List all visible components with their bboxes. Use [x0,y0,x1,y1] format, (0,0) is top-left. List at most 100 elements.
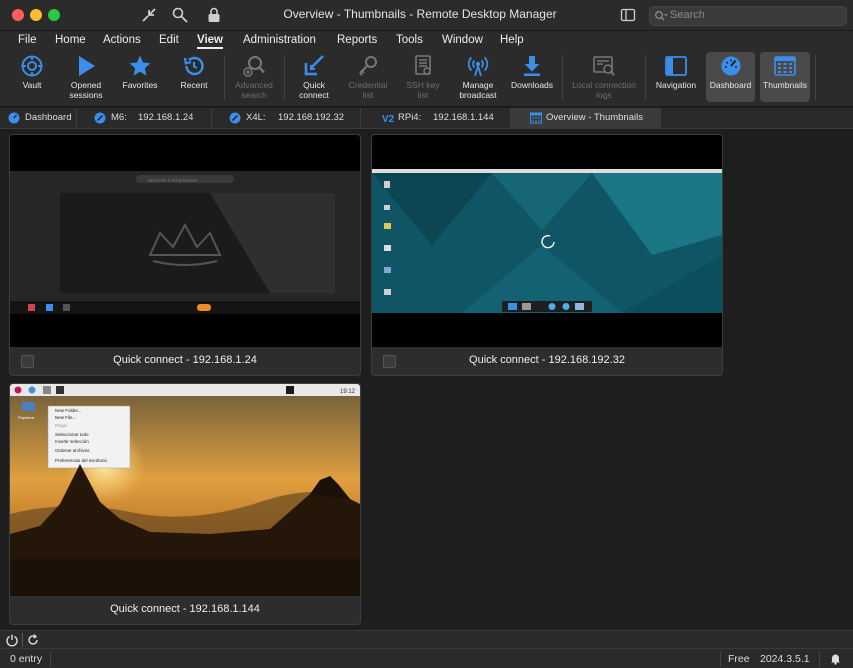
menu-help[interactable]: Help [500,34,524,46]
broadcast-icon [467,56,489,77]
local-connection-logs-button[interactable]: Local connection logs [567,52,641,102]
local-connection-logs-label-2: logs [596,90,612,100]
menu-actions[interactable]: Actions [103,34,141,46]
session-icon [94,112,106,124]
minimize-window-button[interactable] [30,9,42,21]
search-key-icon[interactable] [171,6,189,24]
version-label: 2024.3.5.1 [760,653,810,665]
ribbon-separator [224,55,225,100]
quick-connect-label-1: Quick [303,80,325,90]
remote-screen-x4l[interactable] [372,135,722,347]
thumbnail-caption: Quick connect - 192.168.1.24 [113,354,257,366]
ribbon-separator [645,55,646,100]
svg-text:V2: V2 [382,114,394,124]
opened-sessions-label-1: Opened [70,80,102,90]
tab-x4l[interactable]: X4L: 192.168.192.32 [211,108,361,128]
menu-invert-selection: Invertir selección [55,439,89,444]
manage-broadcast-label-1: Manage [462,80,494,90]
advanced-search-label-2: search [241,90,267,100]
thumb3-desktop-icon: Papelera [18,415,35,420]
tab-m6-label: M6: [111,112,127,123]
vault-label: Vault [22,80,42,90]
sidebar-toggle-icon[interactable] [620,7,636,23]
download-icon [524,56,540,76]
notification-bell-icon[interactable] [829,652,842,665]
downloads-button[interactable]: Downloads [508,52,556,102]
dashboard-gauge-icon [721,56,740,76]
logs-icon [593,56,615,76]
menu-window[interactable]: Window [442,34,483,46]
menu-reports[interactable]: Reports [337,34,377,46]
ssh-key-list-icon [415,55,431,75]
thumb1-search-text: Search for a Thing Services [148,178,197,183]
menu-administration[interactable]: Administration [243,34,316,46]
tab-rpi4-host: 192.168.1.144 [433,112,494,123]
navigation-icon [665,56,687,76]
menu-new-folder: New Folder... [55,408,82,413]
opened-sessions-button[interactable]: Opened sessions [62,52,110,102]
lock-icon[interactable] [205,6,223,24]
ssh-key-list-button[interactable]: SSH key list [400,52,446,102]
recent-label: Recent [180,80,208,90]
menu-home[interactable]: Home [55,34,86,46]
ssh-key-list-label-1: SSH key [406,80,440,90]
close-window-button[interactable] [12,9,24,21]
quick-connect-button[interactable]: Quick connect [292,52,336,102]
menu-bar: File Home Actions Edit View Administrati… [0,31,853,50]
remote-screen-m6[interactable]: Search for a Thing Services [10,135,360,347]
power-icon[interactable] [5,633,19,647]
favorites-button[interactable]: Favorites [118,52,162,102]
menu-file[interactable]: File [18,34,37,46]
thumbnails-button[interactable]: Thumbnails [760,52,810,102]
credential-list-label-2: list [362,90,374,100]
credential-list-button[interactable]: Credential list [344,52,392,102]
manage-broadcast-label-2: broadcast [459,90,497,100]
thumbnail-card-x4l[interactable]: Quick connect - 192.168.192.32 [371,134,723,376]
status-divider [50,651,51,666]
macos-desktop-preview: Search for a Thing Services [10,171,360,314]
navigation-label: Navigation [655,80,697,90]
thumbnail-card-rpi4[interactable]: 19:12 Papelera New Folder... New File...… [9,383,361,625]
tab-x4l-label: X4L: [246,112,266,123]
tab-rpi4-label: RPi4: [398,112,422,123]
vault-icon [21,55,43,77]
thumbnail-caption: Quick connect - 192.168.192.32 [469,354,625,366]
downloads-label: Downloads [510,80,554,90]
debian-desktop-preview [372,169,722,313]
tab-dashboard-label: Dashboard [25,112,72,123]
ribbon-separator [284,55,285,100]
thumbnails-grid-icon [530,112,542,124]
search-input[interactable]: Search [649,6,847,26]
tab-rpi4[interactable]: V2 RPi4: 192.168.1.144 [360,108,511,128]
menu-tools[interactable]: Tools [396,34,423,46]
tab-dashboard[interactable]: Dashboard [0,108,77,128]
advanced-search-button[interactable]: Advanced search [230,52,278,102]
recent-button[interactable]: Recent [172,52,216,102]
maximize-window-button[interactable] [48,9,60,21]
status-bar: 0 entry Free 2024.3.5.1 [0,648,853,668]
collapse-arrows-icon[interactable] [140,6,158,24]
title-bar: Overview - Thumbnails - Remote Desktop M… [0,0,853,31]
dashboard-button[interactable]: Dashboard [706,52,755,102]
remote-screen-rpi4[interactable]: 19:12 Papelera New Folder... New File...… [10,384,360,596]
search-placeholder: Search [670,9,705,21]
ribbon-separator [815,55,816,100]
advanced-search-icon [243,56,265,77]
refresh-icon[interactable] [26,633,40,647]
advanced-search-label-1: Advanced [235,80,273,90]
menu-edit[interactable]: Edit [159,34,179,46]
thumbnail-card-m6[interactable]: Search for a Thing Services Quick connec… [9,134,361,376]
quick-connect-icon [304,55,324,76]
status-divider [720,651,721,666]
tab-overview-thumbnails[interactable]: Overview - Thumbnails [510,108,661,128]
entry-count: 0 entry [10,653,43,665]
manage-broadcast-button[interactable]: Manage broadcast [454,52,502,102]
vault-button[interactable]: Vault [10,52,54,102]
opened-sessions-label-2: sessions [69,90,103,100]
navigation-button[interactable]: Navigation [651,52,701,102]
menu-view[interactable]: View [197,34,223,49]
history-icon [183,56,204,76]
menu-paste: Pegar [55,423,68,428]
session-icon [229,112,241,124]
tab-m6[interactable]: M6: 192.168.1.24 [76,108,212,128]
